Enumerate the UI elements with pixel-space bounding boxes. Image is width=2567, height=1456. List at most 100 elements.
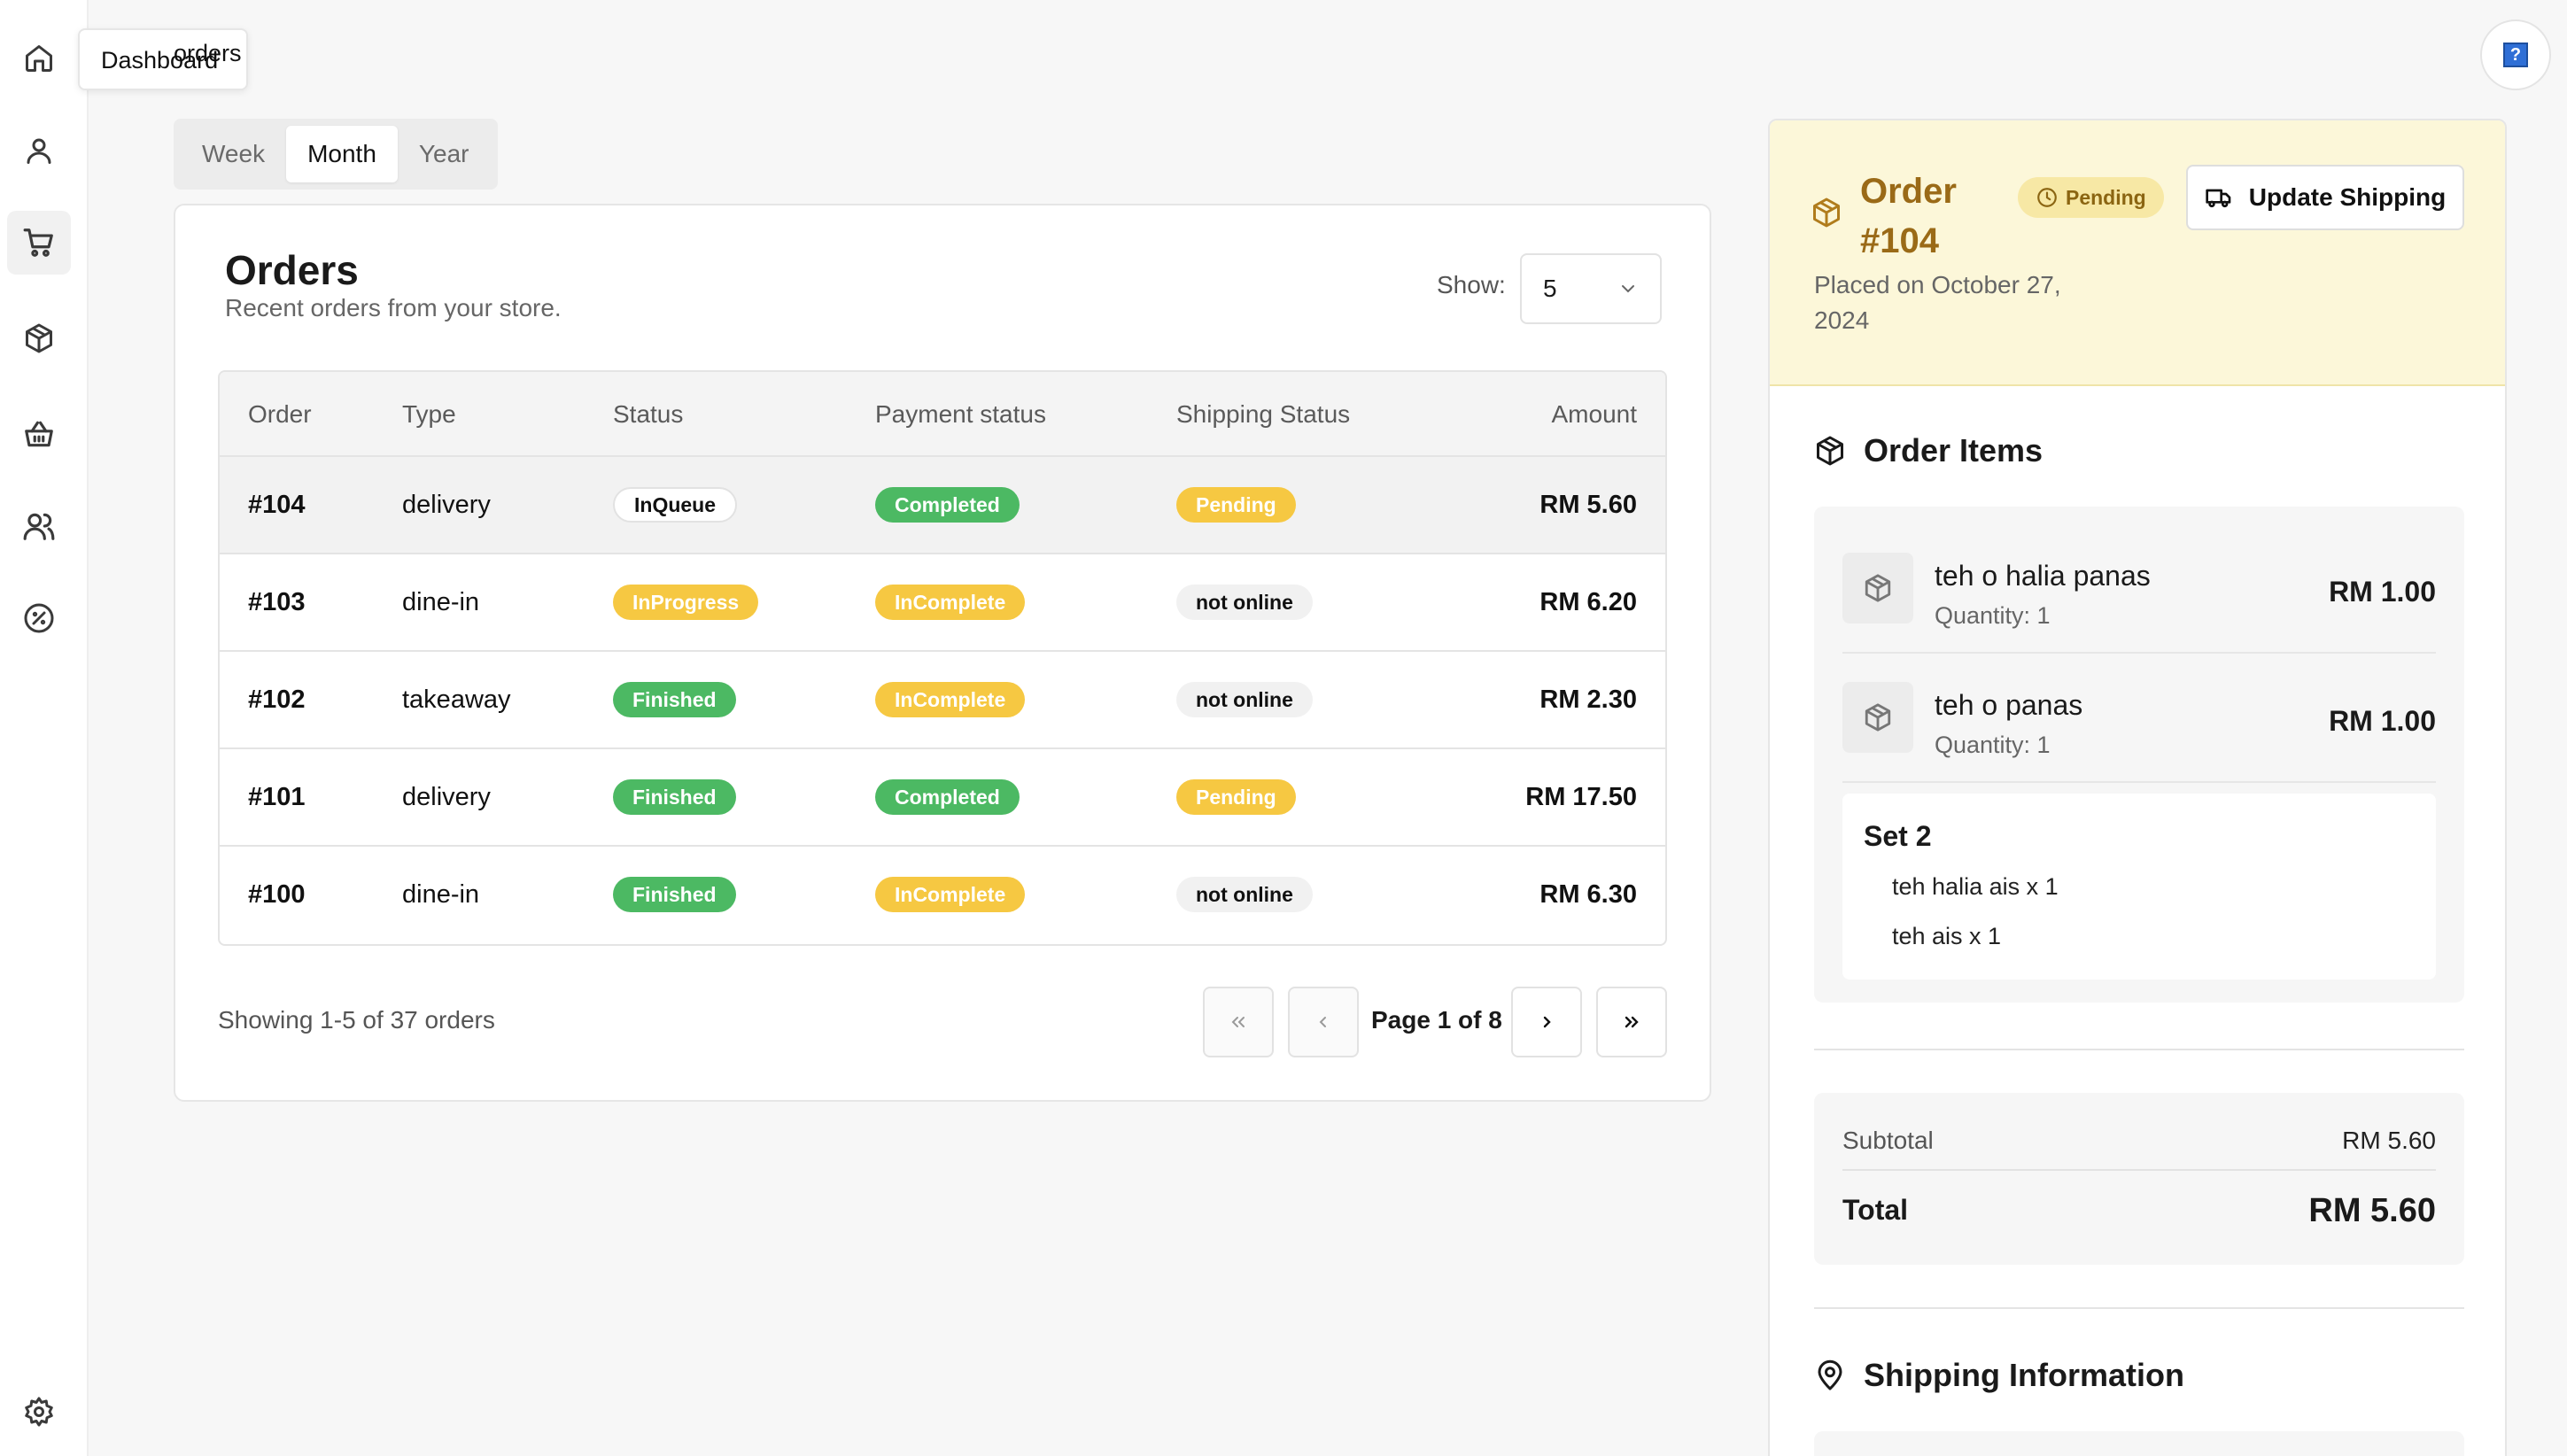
sidebar-item-discounts[interactable] xyxy=(7,586,71,650)
list-item: teh o panas Quantity: 1 RM 1.00 xyxy=(1842,654,2436,783)
chevron-left-icon xyxy=(1319,1017,1326,1027)
map-pin-icon xyxy=(1818,1359,1842,1390)
order-items-list: teh o halia panas Quantity: 1 RM 1.00 te… xyxy=(1814,507,2464,1003)
orders-subtitle: Recent orders from your store. xyxy=(225,294,562,321)
order-id: #103 xyxy=(248,587,306,616)
orders-card: Orders Recent orders from your store. Sh… xyxy=(174,204,1711,1102)
order-items-title: Order Items xyxy=(1864,432,2044,469)
chevron-down-icon xyxy=(1622,285,1634,293)
table-row[interactable]: #104 delivery InQueue Completed Pending … xyxy=(220,457,1665,554)
item-name: teh o panas xyxy=(1935,689,2083,721)
divider xyxy=(1842,1169,2436,1171)
order-amount: RM 5.60 xyxy=(1539,490,1637,519)
total-label: Total xyxy=(1842,1194,1909,1226)
update-shipping-button[interactable]: Update Shipping xyxy=(2186,165,2464,230)
set-title: Set 2 xyxy=(1864,820,1932,852)
shipping-badge: not online xyxy=(1176,877,1313,912)
subtotal-label: Subtotal xyxy=(1842,1127,1934,1154)
package-icon xyxy=(1813,197,1840,228)
orders-title: Orders xyxy=(225,247,359,293)
order-placed-date: Placed on October 27, 2024 xyxy=(1814,271,2061,334)
product-thumbnail xyxy=(1842,682,1913,753)
tab-year[interactable]: Year xyxy=(398,126,491,182)
sidebar xyxy=(0,0,89,1456)
sidebar-item-customers[interactable] xyxy=(7,494,71,558)
col-status[interactable]: Status xyxy=(613,372,683,457)
status-badge: Finished xyxy=(613,682,736,717)
col-order[interactable]: Order xyxy=(248,372,312,457)
chevrons-right-icon xyxy=(1625,1016,1639,1028)
col-payment-status[interactable]: Payment status xyxy=(875,372,1046,457)
tab-week[interactable]: Week xyxy=(181,126,286,182)
shipping-info-heading: Shipping Information xyxy=(1814,1357,2184,1394)
order-detail-header: Order #104 Pending Update Shipping Place… xyxy=(1770,120,2505,386)
table-row[interactable]: #101 delivery Finished Completed Pending… xyxy=(220,749,1665,847)
subtotal-value: RM 5.60 xyxy=(2342,1127,2436,1154)
order-title: Order #104 xyxy=(1860,172,1957,260)
table-row[interactable]: #102 takeaway Finished InComplete not on… xyxy=(220,652,1665,749)
users-icon xyxy=(23,513,55,540)
sidebar-item-basket[interactable] xyxy=(7,402,71,466)
package-icon xyxy=(26,323,52,353)
basket-icon xyxy=(25,421,53,447)
first-page-button[interactable] xyxy=(1203,987,1274,1057)
order-id: #102 xyxy=(248,685,306,714)
period-tabs: Week Month Year xyxy=(174,119,498,190)
set-group: Set 2 teh halia ais x 1 teh ais x 1 xyxy=(1842,794,2436,980)
order-type: delivery xyxy=(402,490,491,519)
help-button[interactable]: ? xyxy=(2480,19,2551,90)
order-amount: RM 6.20 xyxy=(1539,587,1637,616)
order-id: #100 xyxy=(248,879,306,909)
help-icon: ? xyxy=(2503,43,2528,67)
sidebar-tooltip: Dashboard orders xyxy=(78,28,248,90)
shipping-badge: Pending xyxy=(1176,779,1296,815)
status-badge: InProgress xyxy=(613,585,759,620)
divider xyxy=(1814,1049,2464,1050)
sidebar-item-home[interactable] xyxy=(7,27,71,90)
next-page-button[interactable] xyxy=(1511,987,1582,1057)
status-badge: Finished xyxy=(613,779,736,815)
sidebar-item-settings[interactable] xyxy=(7,1380,71,1444)
payment-badge: InComplete xyxy=(875,585,1026,620)
last-page-button[interactable] xyxy=(1596,987,1667,1057)
order-detail-panel: Order #104 Pending Update Shipping Place… xyxy=(1768,119,2507,1456)
order-type: delivery xyxy=(402,782,491,811)
shipping-badge: Pending xyxy=(1176,487,1296,523)
update-shipping-label: Update Shipping xyxy=(2248,183,2447,211)
cart-icon xyxy=(23,228,53,257)
set-item: teh ais x 1 xyxy=(1892,923,2002,949)
sidebar-item-profile[interactable] xyxy=(7,119,71,182)
sidebar-item-products[interactable] xyxy=(7,306,71,370)
list-item: teh o halia panas Quantity: 1 RM 1.00 xyxy=(1842,524,2436,654)
table-row[interactable]: #103 dine-in InProgress InComplete not o… xyxy=(220,554,1665,652)
tooltip-text-orders: orders xyxy=(174,40,242,66)
package-icon xyxy=(1865,574,1891,602)
order-amount: RM 2.30 xyxy=(1539,685,1637,714)
order-items-heading: Order Items xyxy=(1814,432,2043,469)
order-type: dine-in xyxy=(402,587,480,616)
order-totals: Subtotal RM 5.60 Total RM 5.60 xyxy=(1814,1093,2464,1265)
sidebar-item-orders[interactable] xyxy=(7,211,71,275)
order-status-badge: Pending xyxy=(2018,177,2164,218)
home-icon xyxy=(26,45,52,72)
col-type[interactable]: Type xyxy=(402,372,456,457)
package-icon xyxy=(1865,703,1891,732)
rows-per-page-value: 5 xyxy=(1543,275,1557,302)
chevron-right-icon xyxy=(1543,1016,1551,1028)
table-row[interactable]: #100 dine-in Finished InComplete not onl… xyxy=(220,847,1665,944)
order-status-text: Pending xyxy=(2066,185,2146,209)
col-amount[interactable]: Amount xyxy=(1552,372,1638,457)
payment-badge: InComplete xyxy=(875,682,1026,717)
status-badge: InQueue xyxy=(613,487,738,523)
order-id: #104 xyxy=(248,490,306,519)
page-indicator: Page 1 of 8 xyxy=(1371,1006,1502,1034)
item-price: RM 1.00 xyxy=(2329,705,2436,737)
col-shipping-status[interactable]: Shipping Status xyxy=(1176,372,1350,457)
package-icon xyxy=(1817,436,1843,466)
rows-per-page-select[interactable]: 5 xyxy=(1520,253,1662,324)
shipping-info-title: Shipping Information xyxy=(1864,1357,2184,1393)
previous-page-button[interactable] xyxy=(1288,987,1359,1057)
orders-table: Order Type Status Payment status Shippin… xyxy=(218,370,1667,946)
tab-month[interactable]: Month xyxy=(286,126,398,182)
item-name: teh o halia panas xyxy=(1935,560,2151,592)
